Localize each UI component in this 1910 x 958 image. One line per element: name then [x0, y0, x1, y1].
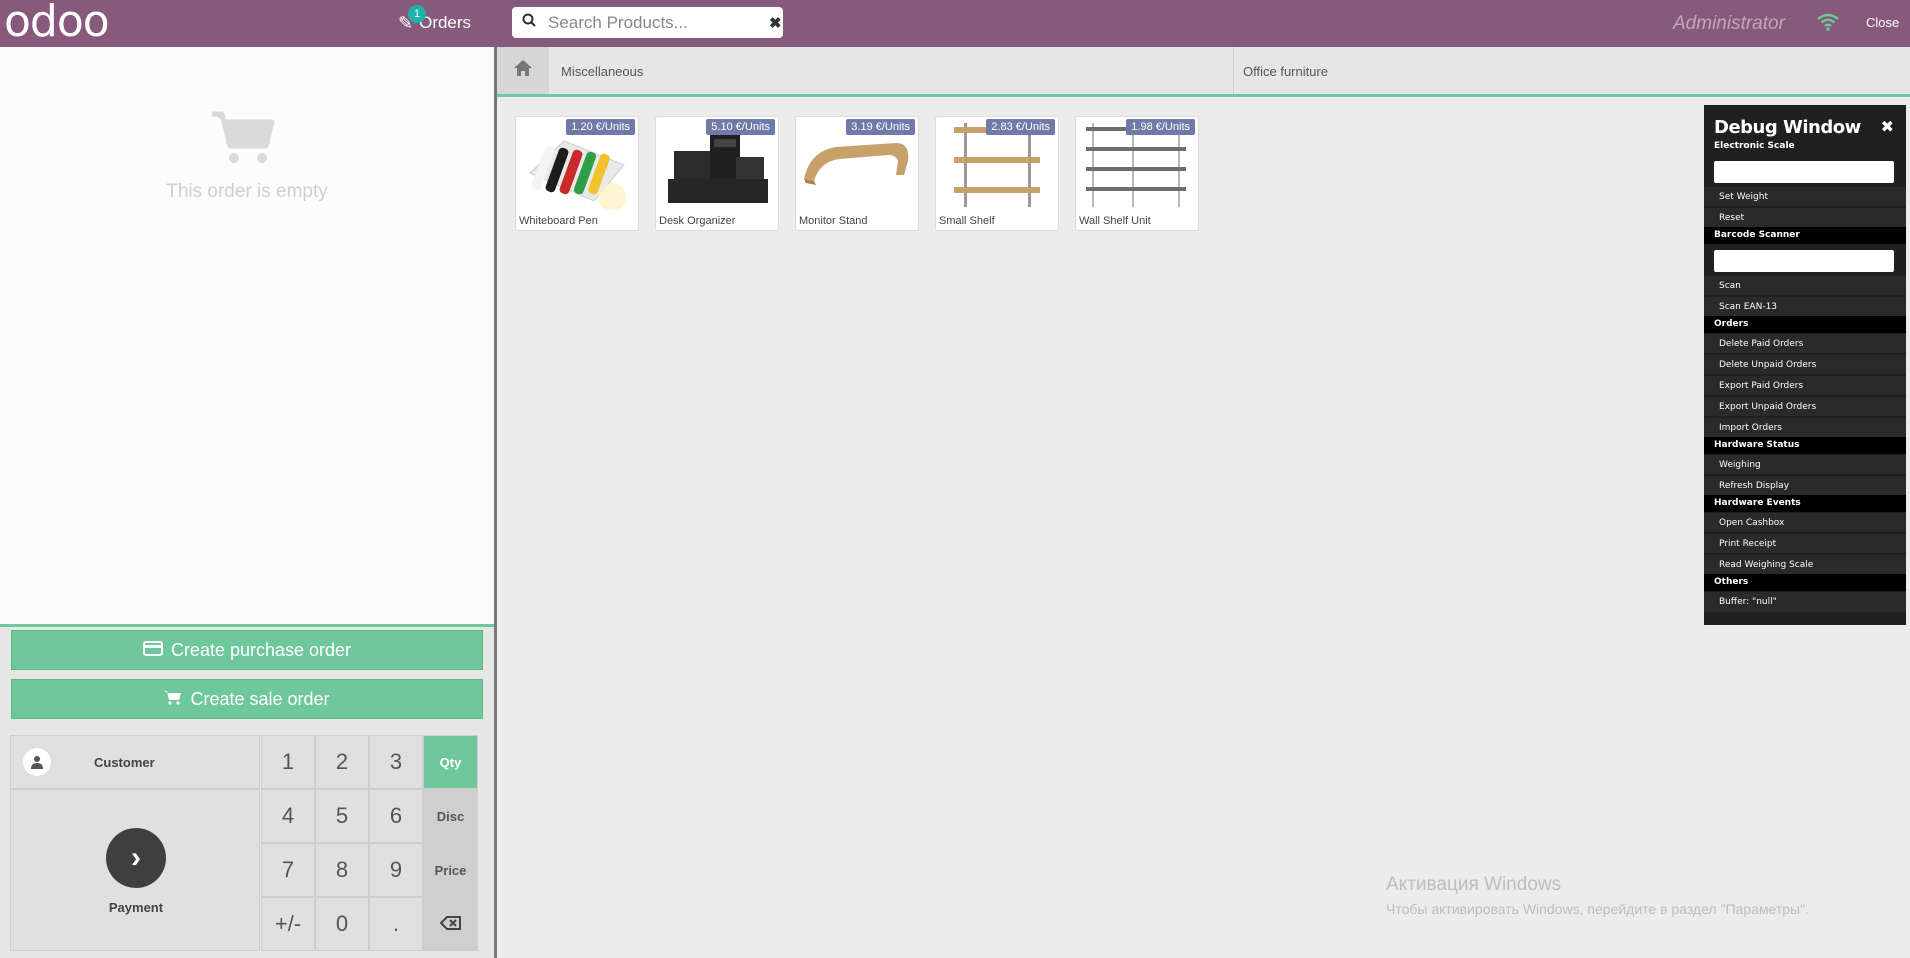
- import-orders-button[interactable]: Import Orders: [1704, 418, 1906, 438]
- numpad-key-7[interactable]: 7: [261, 843, 315, 897]
- search-input[interactable]: [548, 12, 769, 33]
- mode-price-button[interactable]: Price: [423, 843, 478, 897]
- order-pane: This order is empty Create purchase orde…: [0, 47, 497, 958]
- barcode-input[interactable]: [1714, 250, 1894, 272]
- order-container: This order is empty: [0, 47, 494, 627]
- export-paid-orders-button[interactable]: Export Paid Orders: [1704, 376, 1906, 396]
- payment-label: Payment: [108, 900, 164, 915]
- create-purchase-order-label: Create purchase order: [170, 639, 352, 660]
- shopping-cart-icon: [164, 689, 182, 710]
- user-icon: [23, 748, 51, 776]
- delete-paid-orders-button[interactable]: Delete Paid Orders: [1704, 334, 1906, 354]
- numpad-key-8[interactable]: 8: [315, 843, 369, 897]
- category-divider: [1233, 47, 1234, 94]
- section-hardware-events: Hardware Events: [1704, 495, 1906, 512]
- watermark-title: Активация Windows: [1386, 874, 1562, 895]
- customer-label: Customer: [94, 754, 155, 770]
- refresh-display-button[interactable]: Refresh Display: [1704, 476, 1906, 496]
- numpad-key-dot[interactable]: .: [369, 897, 423, 951]
- product-card[interactable]: 5.10 €/Units Desk Organizer: [655, 116, 779, 231]
- orders-count-badge: 1: [408, 4, 426, 23]
- product-card[interactable]: 3.19 €/Units Monitor Stand: [795, 116, 919, 231]
- numpad-key-1[interactable]: 1: [261, 735, 315, 789]
- create-sale-order-label: Create sale order: [190, 688, 330, 709]
- section-hardware-status: Hardware Status: [1704, 437, 1906, 454]
- category-bar: Miscellaneous Office furniture: [497, 47, 1910, 97]
- close-button[interactable]: Close: [1866, 15, 1899, 30]
- odoo-logo: odoo: [4, 0, 110, 47]
- product-price: 1.98 €/Units: [1126, 119, 1195, 135]
- open-cashbox-button[interactable]: Open Cashbox: [1704, 513, 1906, 533]
- product-price: 5.10 €/Units: [706, 119, 775, 135]
- numpad-key-plusminus[interactable]: +/-: [261, 897, 315, 951]
- control-pads: Customer › Payment 1 2 3 Qty 4 5 6 Disc …: [10, 735, 478, 951]
- debug-window-title: Debug Window: [1714, 117, 1861, 138]
- weight-input[interactable]: [1714, 161, 1894, 183]
- product-screen: Miscellaneous Office furniture 1.20 €/Un…: [497, 47, 1910, 958]
- product-name: Wall Shelf Unit: [1079, 215, 1151, 227]
- cart-icon: [210, 110, 276, 171]
- section-orders: Orders: [1704, 316, 1906, 333]
- product-price: 2.83 €/Units: [986, 119, 1055, 135]
- product-name: Desk Organizer: [659, 215, 736, 227]
- scan-button[interactable]: Scan: [1704, 276, 1906, 296]
- backspace-button[interactable]: [423, 897, 478, 951]
- payment-button[interactable]: › Payment: [10, 789, 260, 951]
- scan-ean13-button[interactable]: Scan EAN-13: [1704, 297, 1906, 317]
- windows-activation-watermark: Активация Windows Чтобы активировать Win…: [1386, 874, 1809, 917]
- numpad-key-0[interactable]: 0: [315, 897, 369, 951]
- numpad-key-2[interactable]: 2: [315, 735, 369, 789]
- product-card[interactable]: 1.20 €/Units Whiteboard Pen: [515, 116, 639, 231]
- print-receipt-button[interactable]: Print Receipt: [1704, 534, 1906, 554]
- home-category-button[interactable]: [497, 47, 549, 94]
- section-others: Others: [1704, 574, 1906, 591]
- mode-disc-button[interactable]: Disc: [423, 789, 478, 843]
- product-name: Whiteboard Pen: [519, 215, 598, 227]
- clear-search-icon[interactable]: ✖: [769, 14, 782, 32]
- chevron-right-icon: ›: [106, 828, 166, 888]
- read-weighing-scale-button[interactable]: Read Weighing Scale: [1704, 555, 1906, 575]
- home-icon: [513, 59, 533, 82]
- numpad-key-3[interactable]: 3: [369, 735, 423, 789]
- category-office-furniture[interactable]: Office furniture: [1243, 64, 1328, 79]
- product-card[interactable]: 2.83 €/Units Small Shelf: [935, 116, 1059, 231]
- section-barcode-scanner: Barcode Scanner: [1704, 227, 1906, 244]
- buffer-value: Buffer: "null": [1704, 592, 1906, 612]
- create-sale-order-button[interactable]: Create sale order: [11, 679, 483, 719]
- numpad-key-9[interactable]: 9: [369, 843, 423, 897]
- create-purchase-order-button[interactable]: Create purchase order: [11, 630, 483, 670]
- backspace-icon: [439, 915, 462, 933]
- top-bar: odoo ✎1 Orders ✖ Administrator Close: [0, 0, 1910, 47]
- mode-qty-button[interactable]: Qty: [423, 735, 478, 789]
- orders-button[interactable]: ✎ 1 Orders: [398, 4, 472, 38]
- wifi-icon: [1816, 13, 1840, 36]
- reset-button[interactable]: Reset: [1704, 208, 1906, 228]
- product-name: Monitor Stand: [799, 215, 868, 227]
- numpad-key-6[interactable]: 6: [369, 789, 423, 843]
- set-weight-button[interactable]: Set Weight: [1704, 187, 1906, 207]
- credit-card-icon: [142, 640, 163, 661]
- username[interactable]: Administrator: [1673, 13, 1785, 35]
- export-unpaid-orders-button[interactable]: Export Unpaid Orders: [1704, 397, 1906, 417]
- product-price: 3.19 €/Units: [846, 119, 915, 135]
- orders-label: Orders: [419, 13, 472, 32]
- debug-window: Debug Window ✖ Electronic Scale Set Weig…: [1704, 105, 1906, 625]
- empty-order-text: This order is empty: [166, 181, 328, 202]
- weighing-status[interactable]: Weighing: [1704, 455, 1906, 475]
- numpad-key-5[interactable]: 5: [315, 789, 369, 843]
- section-electronic-scale: Electronic Scale: [1714, 141, 1795, 151]
- numpad: 1 2 3 Qty 4 5 6 Disc 7 8 9 Price +/- 0 .: [261, 735, 478, 951]
- watermark-subtitle: Чтобы активировать Windows, перейдите в …: [1386, 901, 1809, 917]
- ticket-icon: ✎ 1: [398, 4, 426, 34]
- customer-button[interactable]: Customer: [10, 735, 260, 789]
- numpad-key-4[interactable]: 4: [261, 789, 315, 843]
- search-box: ✖: [512, 7, 783, 38]
- product-card[interactable]: 1.98 €/Units Wall Shelf Unit: [1075, 116, 1199, 231]
- search-icon: [522, 13, 536, 32]
- product-price: 1.20 €/Units: [566, 119, 635, 135]
- close-icon[interactable]: ✖: [1881, 117, 1894, 136]
- delete-unpaid-orders-button[interactable]: Delete Unpaid Orders: [1704, 355, 1906, 375]
- category-miscellaneous[interactable]: Miscellaneous: [561, 64, 643, 79]
- product-name: Small Shelf: [939, 215, 995, 227]
